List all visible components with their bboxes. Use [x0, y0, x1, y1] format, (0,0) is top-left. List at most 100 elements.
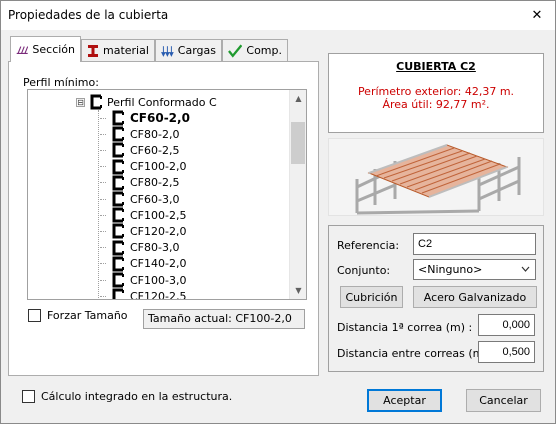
integrated-calc-label: Cálculo integrado en la estructura. [41, 390, 233, 403]
c-profile-icon [112, 110, 124, 126]
c-profile-icon [112, 240, 124, 256]
integrated-calc-checkbox[interactable] [22, 390, 35, 403]
list-scrollbar[interactable]: ▲ ▼ [289, 90, 306, 299]
tree-item-label: CF100-2,5 [130, 208, 187, 222]
scroll-down-icon: ▼ [295, 286, 302, 295]
force-size-row: Forzar Tamaño [28, 309, 128, 322]
tab-cargas-label: Cargas [177, 44, 216, 57]
c-profile-icon [112, 175, 124, 191]
tree-item-label: CF60-3,0 [130, 192, 180, 206]
c-profile-icon [112, 142, 124, 158]
cubricion-button[interactable]: Cubrición [340, 286, 403, 308]
tree-item-profile[interactable]: CF100-2,5 [100, 207, 186, 223]
close-button[interactable]: ✕ [519, 1, 555, 30]
accept-button[interactable]: Aceptar [367, 389, 442, 412]
tab-cargas[interactable]: Cargas [155, 39, 222, 61]
profile-tree[interactable]: ⊟ Perfil Conformado C CF60-2,0 CF80-2,0 CF… [27, 89, 307, 300]
c-profile-icon [90, 94, 102, 110]
tree-connector-h [100, 133, 106, 135]
tree-item-profile[interactable]: CF80-2,5 [100, 175, 179, 191]
tree-item-label: CF120-2,5 [130, 289, 187, 300]
perfil-minimo-label: Perfil mínimo: [23, 76, 99, 89]
tree-connector-h [100, 149, 106, 151]
distancia1-label: Distancia 1ª correa (m) : [337, 321, 473, 334]
distancia1-input[interactable] [478, 314, 535, 336]
c-profile-icon [112, 272, 124, 288]
tab-material-label: material [103, 44, 149, 57]
tree-connector-h [100, 117, 106, 119]
tree-item-profile[interactable]: CF140-2,0 [100, 256, 186, 272]
tree-connector-h [100, 295, 106, 297]
tree-item-label: CF80-2,0 [130, 127, 180, 141]
tree-item-profile[interactable]: CF60-2,5 [100, 142, 179, 158]
scroll-up-icon: ▲ [295, 94, 302, 103]
tab-seccion-label: Sección [32, 43, 75, 56]
tree-connector-h [100, 230, 106, 232]
tree-connector-h [100, 247, 106, 249]
title-bar: Propiedades de la cubierta ✕ [1, 1, 555, 30]
tree-item-profile[interactable]: CF100-3,0 [100, 272, 186, 288]
tree-item-label: CF60-2,0 [130, 111, 190, 125]
purlin-section-icon [16, 45, 29, 54]
i-beam-icon [88, 44, 98, 57]
referencia-label: Referencia: [337, 239, 400, 252]
c-profile-icon [112, 288, 124, 299]
force-size-checkbox[interactable] [28, 309, 41, 322]
tree-connector-h [100, 263, 106, 265]
collapse-icon[interactable]: ⊟ [76, 97, 85, 107]
perimeter-text: Perímetro exterior: 42,37 m. [357, 85, 515, 98]
tab-material[interactable]: material [81, 39, 155, 61]
referencia-input[interactable] [413, 233, 536, 255]
tree-connector [98, 110, 99, 299]
scroll-up-button[interactable]: ▲ [290, 90, 306, 107]
tree-item-profile[interactable]: CF120-2,0 [100, 223, 186, 239]
material-button[interactable]: Acero Galvanizado [413, 286, 537, 308]
tree-connector-h [100, 166, 106, 168]
c-profile-icon [112, 191, 124, 207]
checkmark-icon [228, 44, 243, 58]
tree-item-profile[interactable]: CF60-2,0 [100, 110, 190, 126]
tree-connector-h [100, 279, 106, 281]
tree-connector-h [100, 182, 106, 184]
area-text: Área útil: 92,77 m². [382, 98, 490, 111]
tree-item-label: CF100-2,0 [130, 160, 187, 174]
tree-node-perfil-c[interactable]: ⊟ Perfil Conformado C [76, 94, 217, 110]
chevron-down-icon [521, 266, 530, 272]
tree-item-label: CF120-2,0 [130, 224, 187, 238]
conjunto-label: Conjunto: [337, 264, 391, 277]
summary-title: CUBIERTA C2 [396, 60, 476, 73]
conjunto-select[interactable]: <Ninguno> [413, 259, 536, 280]
roof-preview [328, 138, 544, 216]
tree-item-label: CF100-3,0 [130, 273, 187, 287]
profile-tree-content: ⊟ Perfil Conformado C CF60-2,0 CF80-2,0 CF… [28, 90, 290, 299]
summary-panel: CUBIERTA C2 Perímetro exterior: 42,37 m.… [328, 53, 544, 133]
c-profile-icon [112, 207, 124, 223]
tree-item-profile[interactable]: CF80-2,0 [100, 126, 179, 142]
scroll-thumb[interactable] [291, 122, 305, 164]
tree-item-profile[interactable]: CF80-3,0 [100, 240, 179, 256]
tree-item-label: CF80-2,5 [130, 176, 180, 190]
scroll-down-button[interactable]: ▼ [290, 282, 306, 299]
distancia2-label: Distancia entre correas (m.) [337, 347, 492, 360]
cancel-button[interactable]: Cancelar [466, 389, 541, 412]
tree-item-profile[interactable]: CF120-2,5 [100, 288, 187, 300]
distancia2-input[interactable] [478, 341, 535, 363]
current-size-display: Tamaño actual: CF100-2,0 [143, 309, 305, 329]
dialog-window: Propiedades de la cubierta ✕ Sección mat… [0, 0, 556, 424]
force-size-label: Forzar Tamaño [47, 309, 128, 322]
loads-arrows-icon [161, 45, 174, 57]
tree-connector-h [100, 198, 106, 200]
roof-3d-preview-image [355, 144, 521, 215]
close-icon: ✕ [531, 8, 543, 23]
c-profile-icon [112, 159, 124, 175]
tab-seccion[interactable]: Sección [10, 36, 81, 62]
c-profile-icon [112, 126, 124, 142]
tree-item-profile[interactable]: CF100-2,0 [100, 159, 186, 175]
tab-comp[interactable]: Comp. [222, 39, 288, 61]
tree-item-profile[interactable]: CF60-3,0 [100, 191, 179, 207]
tree-item-label: CF140-2,0 [130, 257, 187, 271]
tab-comp-label: Comp. [246, 44, 282, 57]
window-title: Propiedades de la cubierta [8, 8, 169, 22]
tree-item-label: CF60-2,5 [130, 143, 180, 157]
c-profile-icon [112, 223, 124, 239]
